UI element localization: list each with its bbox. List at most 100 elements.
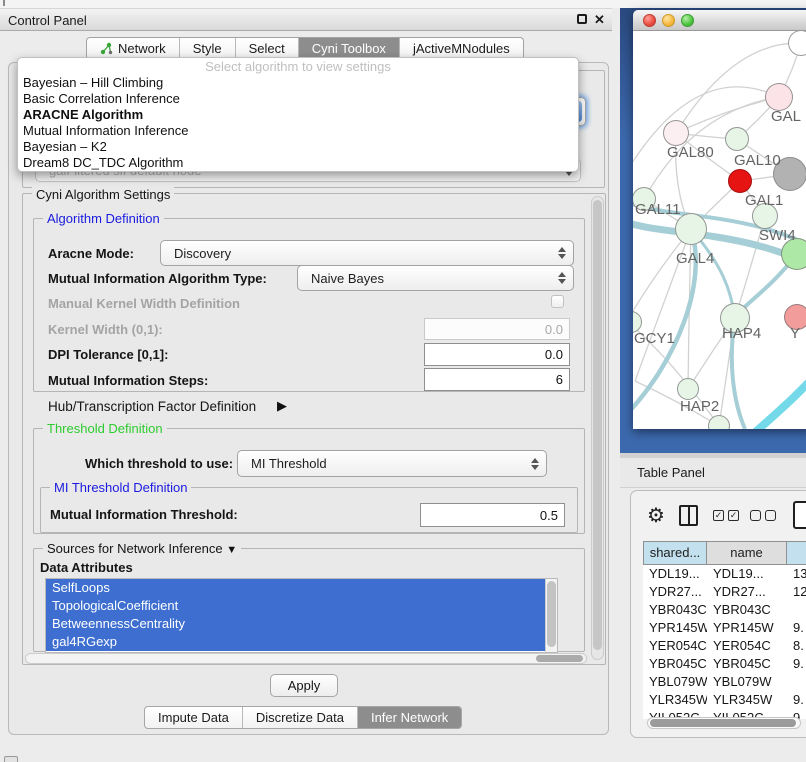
tab-impute-data-label: Impute Data	[158, 710, 229, 725]
popup-item-basic-correlation[interactable]: Basic Correlation Inference	[18, 91, 578, 107]
new-table-icon-partial[interactable]	[793, 501, 806, 529]
cell[interactable]: YPR145W	[707, 619, 787, 637]
table-row[interactable]: YDL19... YDL19... 13	[643, 565, 806, 583]
close-traffic-light[interactable]	[643, 14, 656, 27]
tab-impute-data[interactable]: Impute Data	[145, 707, 242, 728]
node-gal1[interactable]	[728, 169, 752, 193]
cell[interactable]: YDR27...	[707, 583, 787, 601]
popup-item-dream8[interactable]: Dream8 DC_TDC Algorithm	[18, 155, 578, 171]
column-header-name[interactable]: name	[707, 541, 787, 565]
popup-item-aracne[interactable]: ARACNE Algorithm	[18, 107, 578, 123]
mi-steps-input[interactable]	[424, 368, 570, 391]
cell[interactable]: 8.	[787, 637, 806, 655]
node-gal10[interactable]	[725, 127, 749, 151]
tab-cyni-toolbox[interactable]: Cyni Toolbox	[298, 38, 399, 59]
deselect-checkbox-icon[interactable]	[750, 510, 761, 521]
column-layout-icon[interactable]	[679, 505, 698, 526]
table-horizontal-scrollbar-thumb[interactable]	[650, 719, 796, 727]
bottom-left-partial-icon[interactable]	[4, 756, 18, 762]
hub-expander-label[interactable]: Hub/Transcription Factor Definition	[48, 399, 256, 414]
cell[interactable]	[787, 601, 806, 619]
node-gal-partial[interactable]	[765, 83, 793, 111]
minimize-traffic-light[interactable]	[662, 14, 675, 27]
cell[interactable]: YBR043C	[643, 601, 707, 619]
table-row[interactable]: YDR27... YDR27... 12	[643, 583, 806, 601]
mi-type-combo[interactable]: Naive Bayes	[297, 265, 574, 291]
table-row[interactable]: YBR045C YBR045C 9.	[643, 655, 806, 673]
list-item-selfloops[interactable]: SelfLoops	[46, 579, 547, 597]
deselect-checkbox-icon-2[interactable]	[765, 510, 776, 521]
cell[interactable]: YBR045C	[707, 655, 787, 673]
popup-item-bayesian-hill-climbing[interactable]: Bayesian – Hill Climbing	[18, 75, 578, 91]
settings-vertical-scrollbar-thumb[interactable]	[593, 200, 602, 650]
settings-gear-icon[interactable]: ⚙	[647, 503, 665, 528]
table-horizontal-scrollbar[interactable]	[647, 717, 801, 729]
tab-style[interactable]: Style	[179, 38, 235, 59]
list-scrollbar-thumb[interactable]	[547, 581, 556, 647]
cell[interactable]: YBR045C	[643, 655, 707, 673]
cell[interactable]: 12	[787, 583, 806, 601]
table-row[interactable]: YER054C YER054C 8.	[643, 637, 806, 655]
select-all-checkbox-icon-2[interactable]: ✓	[728, 510, 739, 521]
aracne-mode-combo[interactable]: Discovery	[160, 240, 574, 266]
network-canvas[interactable]: GAL GAL80 GAL10 GAL1 GAL11 SWI4 GAL4 GCY…	[633, 31, 806, 429]
list-item-betweennesscentrality[interactable]: BetweennessCentrality	[46, 615, 547, 633]
table-header-row: shared... name A	[643, 541, 806, 565]
kernel-width-input[interactable]	[424, 318, 570, 340]
tab-discretize-data[interactable]: Discretize Data	[242, 707, 357, 728]
table-row[interactable]: YBL079W YBL079W	[643, 673, 806, 691]
cell[interactable]: 9.	[787, 619, 806, 637]
mi-type-value: Naive Bayes	[311, 271, 384, 286]
tab-select[interactable]: Select	[235, 38, 298, 59]
kernel-width-label: Kernel Width (0,1):	[48, 322, 163, 337]
which-threshold-combo[interactable]: MI Threshold	[237, 450, 547, 477]
zoom-traffic-light[interactable]	[681, 14, 694, 27]
network-window-titlebar[interactable]	[633, 10, 806, 31]
tab-jactivemnodules[interactable]: jActiveMNodules	[399, 38, 523, 59]
table-row[interactable]: YLR345W YLR345W 9.	[643, 691, 806, 709]
cell[interactable]	[787, 673, 806, 691]
cell[interactable]: YBR043C	[707, 601, 787, 619]
cell[interactable]: YBL079W	[643, 673, 707, 691]
cell[interactable]: YER054C	[707, 637, 787, 655]
list-scrollbar[interactable]	[545, 579, 557, 652]
expander-collapsed-icon[interactable]: ▶	[277, 398, 287, 414]
dpi-tolerance-input[interactable]	[424, 343, 570, 366]
tab-infer-network[interactable]: Infer Network	[357, 707, 461, 728]
aracne-mode-label: Aracne Mode:	[48, 246, 134, 261]
settings-horizontal-scrollbar-thumb[interactable]	[536, 655, 583, 662]
manual-kernel-checkbox[interactable]	[551, 295, 564, 308]
node-gal80[interactable]	[663, 120, 689, 146]
popup-item-bayesian-k2[interactable]: Bayesian – K2	[18, 139, 578, 155]
apply-button[interactable]: Apply	[270, 674, 338, 697]
cell[interactable]: YLR345W	[643, 691, 707, 709]
list-item-gal4rgexp[interactable]: gal4RGexp	[46, 633, 547, 651]
cyni-algorithm-settings-title: Cyni Algorithm Settings	[32, 187, 174, 202]
cell[interactable]: 9.	[787, 691, 806, 709]
select-all-checkbox-icon[interactable]: ✓	[713, 510, 724, 521]
cell[interactable]: 13	[787, 565, 806, 583]
cell[interactable]: YBL079W	[707, 673, 787, 691]
table-row[interactable]: YPR145W YPR145W 9.	[643, 619, 806, 637]
popup-item-mutual-information[interactable]: Mutual Information Inference	[18, 123, 578, 139]
cell[interactable]: YDR27...	[643, 583, 707, 601]
tab-network[interactable]: Network	[87, 38, 179, 59]
cell[interactable]: YDL19...	[643, 565, 707, 583]
close-icon[interactable]: ✕	[594, 12, 605, 28]
cell[interactable]: YER054C	[643, 637, 707, 655]
settings-vertical-scrollbar[interactable]	[591, 196, 604, 660]
cell[interactable]: YDL19...	[707, 565, 787, 583]
cell[interactable]: YPR145W	[643, 619, 707, 637]
column-header-partial[interactable]: A	[787, 541, 806, 565]
cell[interactable]: YLR345W	[707, 691, 787, 709]
cell[interactable]: 9.	[787, 655, 806, 673]
list-item-topologicalcoefficient[interactable]: TopologicalCoefficient	[46, 597, 547, 615]
mi-threshold-input[interactable]	[420, 503, 565, 527]
node-hap2[interactable]	[677, 378, 699, 400]
float-window-icon[interactable]	[577, 14, 587, 24]
table-row[interactable]: YBR043C YBR043C	[643, 601, 806, 619]
column-header-shared-name[interactable]: shared...	[643, 541, 707, 565]
expander-expanded-icon[interactable]: ▼	[226, 544, 237, 556]
settings-horizontal-scrollbar[interactable]	[25, 653, 587, 664]
sources-group-title[interactable]: Sources for Network Inference ▼	[43, 541, 241, 556]
